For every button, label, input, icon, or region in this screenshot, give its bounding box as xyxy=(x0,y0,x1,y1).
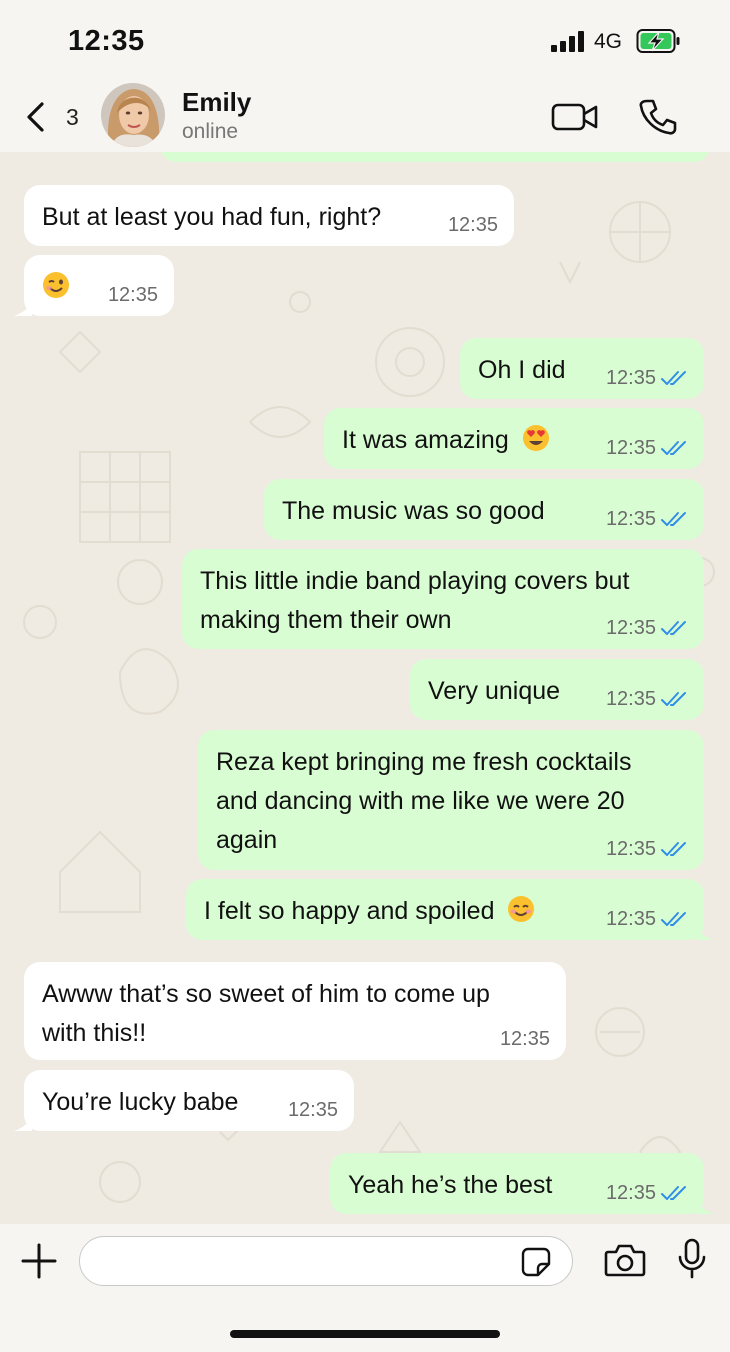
double-check-read-icon xyxy=(661,912,686,926)
message-bubble-outgoing[interactable]: Yeah he’s the best 12:35 xyxy=(330,1153,714,1214)
message-text: I felt so happy and spoiled xyxy=(204,892,535,931)
bubble-tail xyxy=(14,1117,32,1131)
message-text: But at least you had fun, right? xyxy=(42,203,382,231)
message-meta: 12:35 xyxy=(606,508,688,530)
double-check-read-icon xyxy=(661,441,686,455)
message-input[interactable] xyxy=(79,1236,573,1286)
contact-status: online xyxy=(182,120,239,143)
message-time: 12:35 xyxy=(605,1182,656,1204)
message-bubble-outgoing[interactable]: Very unique 12:35 xyxy=(410,659,704,720)
bubble-tail xyxy=(14,302,32,316)
message-time: 12:35 xyxy=(605,838,656,860)
message-text: The music was so good xyxy=(282,497,545,525)
signal-strength-icon xyxy=(551,30,585,52)
contact-name[interactable]: Emily xyxy=(182,87,251,118)
bubble-tail xyxy=(696,926,714,940)
message-text: Very unique xyxy=(428,677,561,705)
message-bubble-incoming[interactable]: But at least you had fun, right? 12:35 xyxy=(24,185,514,246)
smiling-face-emoji-icon xyxy=(508,896,535,922)
camera-icon[interactable] xyxy=(604,1242,646,1278)
message-bubble-outgoing[interactable]: Reza kept bringing me fresh cocktails an… xyxy=(198,730,704,870)
chat-header: 3 Emily online xyxy=(0,83,730,152)
message-line: and dancing with me like we were 20 xyxy=(216,787,625,815)
message-bubble-incoming[interactable]: 12:35 xyxy=(14,255,174,316)
message-text-content: I felt so happy and spoiled xyxy=(204,897,495,925)
message-bubble-outgoing[interactable]: The music was so good 12:35 xyxy=(264,479,704,540)
message-time: 12:35 xyxy=(107,284,158,306)
sticker-icon[interactable] xyxy=(520,1246,552,1278)
message-time: 12:35 xyxy=(605,508,656,530)
message-line: again xyxy=(216,826,278,854)
message-time: 12:35 xyxy=(605,437,656,459)
home-indicator[interactable] xyxy=(230,1330,500,1338)
message-time: 12:35 xyxy=(605,908,656,930)
double-check-read-icon xyxy=(661,621,686,635)
message-meta: 12:35 xyxy=(288,1099,338,1121)
unread-count[interactable]: 3 xyxy=(66,104,79,131)
plus-icon[interactable] xyxy=(20,1242,58,1280)
message-meta: 12:35 xyxy=(606,908,688,930)
message-text: Reza kept bringing me fresh cocktails an… xyxy=(216,743,631,860)
winking-face-emoji-icon xyxy=(43,272,69,298)
message-bubble-incoming[interactable]: You’re lucky babe 12:35 xyxy=(14,1070,354,1131)
message-bubble-outgoing[interactable]: This little indie band playing covers bu… xyxy=(182,549,704,649)
double-check-read-icon xyxy=(661,1186,686,1200)
avatar[interactable] xyxy=(101,83,165,147)
message-meta: 12:35 xyxy=(606,367,688,389)
microphone-icon[interactable] xyxy=(676,1238,708,1280)
message-text: You’re lucky babe xyxy=(42,1088,239,1116)
message-line: with this!! xyxy=(42,1019,147,1047)
message-line: Awww that’s so sweet of him to come up xyxy=(42,980,490,1008)
message-time: 12:35 xyxy=(499,1028,550,1050)
message-text: Awww that’s so sweet of him to come up w… xyxy=(42,975,490,1053)
previous-message-bubble xyxy=(160,152,710,162)
message-meta: 12:35 xyxy=(500,1028,550,1050)
network-type: 4G xyxy=(594,30,623,53)
message-meta: 12:35 xyxy=(606,617,688,639)
message-meta: 12:35 xyxy=(108,284,158,306)
message-text: It was amazing xyxy=(342,421,550,460)
message-time: 12:35 xyxy=(605,617,656,639)
double-check-read-icon xyxy=(661,371,686,385)
message-time: 12:35 xyxy=(605,367,656,389)
message-line: making them their own xyxy=(200,606,452,634)
phone-call-icon[interactable] xyxy=(638,98,678,136)
status-bar: 12:35 4G xyxy=(0,0,730,84)
message-text: Yeah he’s the best xyxy=(348,1171,553,1199)
double-check-read-icon xyxy=(661,512,686,526)
message-text: This little indie band playing covers bu… xyxy=(200,562,629,640)
message-text-content: It was amazing xyxy=(342,426,509,454)
heart-eyes-emoji-icon xyxy=(522,425,549,451)
back-chevron-icon[interactable] xyxy=(24,102,48,132)
message-time: 12:35 xyxy=(605,688,656,710)
message-time: 12:35 xyxy=(447,214,498,236)
message-bubble-outgoing[interactable]: It was amazing 12:35 xyxy=(324,408,704,469)
message-meta: 12:35 xyxy=(448,214,498,236)
chat-area[interactable]: But at least you had fun, right? 12:35 1… xyxy=(0,152,730,1224)
message-bubble-outgoing[interactable]: I felt so happy and spoiled 12:35 xyxy=(186,879,714,940)
message-time: 12:35 xyxy=(287,1099,338,1121)
message-meta: 12:35 xyxy=(606,688,688,710)
message-line: This little indie band playing covers bu… xyxy=(200,567,630,595)
message-meta: 12:35 xyxy=(606,1182,688,1204)
double-check-read-icon xyxy=(661,692,686,706)
message-bubble-incoming[interactable]: Awww that’s so sweet of him to come up w… xyxy=(24,962,566,1060)
message-bubble-outgoing[interactable]: Oh I did 12:35 xyxy=(460,338,704,399)
status-time: 12:35 xyxy=(68,25,145,57)
message-text: Oh I did xyxy=(478,356,566,384)
message-meta: 12:35 xyxy=(606,437,688,459)
message-text xyxy=(42,268,70,307)
double-check-read-icon xyxy=(661,842,686,856)
bubble-tail xyxy=(696,1200,714,1214)
message-meta: 12:35 xyxy=(606,838,688,860)
battery-charging-icon xyxy=(636,29,680,53)
video-call-icon[interactable] xyxy=(551,100,599,134)
message-line: Reza kept bringing me fresh cocktails xyxy=(216,748,632,776)
